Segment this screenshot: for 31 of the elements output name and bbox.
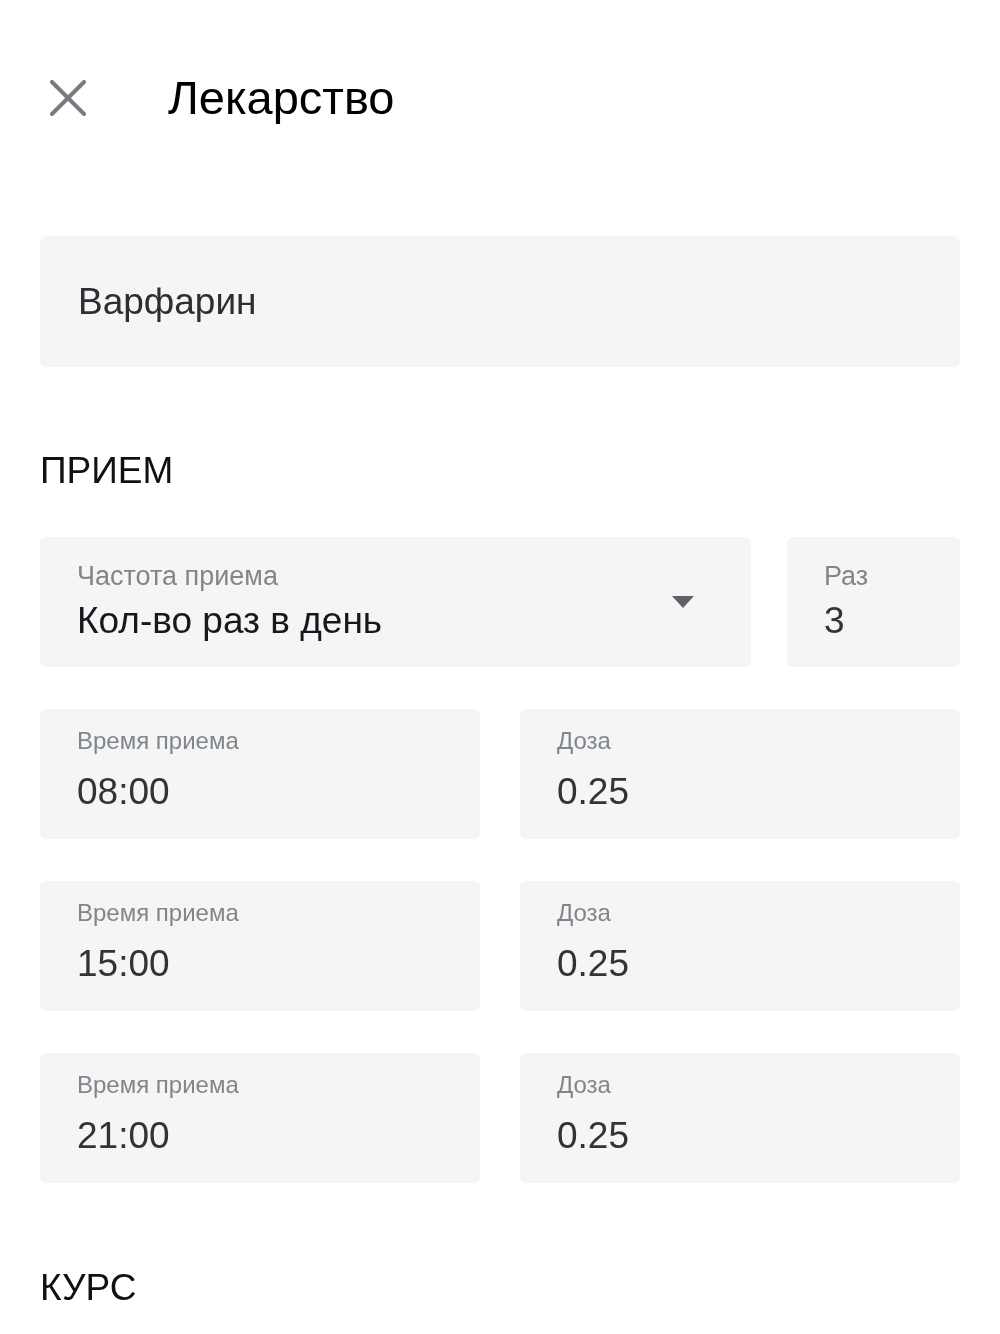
field-label: Доза <box>557 1070 611 1100</box>
name-field[interactable]: Варфарин <box>40 236 960 367</box>
field-label: Частота приема <box>77 560 278 593</box>
field-value: Варфарин <box>78 279 257 324</box>
dose-field[interactable]: Доза 0.25 <box>520 1053 960 1183</box>
section-heading: КУРС <box>40 1266 137 1310</box>
field-label: Время приема <box>77 1070 239 1100</box>
close-icon[interactable] <box>50 80 86 116</box>
field-value: 0.25 <box>557 770 629 814</box>
frequency-dropdown[interactable]: Частота приема Кол-во раз в день <box>40 537 751 667</box>
screen-title: Лекарство <box>168 70 395 126</box>
time-field[interactable]: Время приема 21:00 <box>40 1053 480 1183</box>
dropdown-caret-icon <box>672 596 694 608</box>
field-value: Кол-во раз в день <box>77 599 383 643</box>
field-label: Доза <box>557 726 611 756</box>
field-value: 0.25 <box>557 942 629 986</box>
dose-field[interactable]: Доза 0.25 <box>520 881 960 1011</box>
field-label: Время приема <box>77 726 239 756</box>
field-label: Время приема <box>77 898 239 928</box>
field-value: 15:00 <box>77 942 170 986</box>
time-field[interactable]: Время приема 15:00 <box>40 881 480 1011</box>
section-heading: ПРИЕМ <box>40 449 174 493</box>
field-value: 08:00 <box>77 770 170 814</box>
time-field[interactable]: Время приема 08:00 <box>40 709 480 839</box>
field-label: Доза <box>557 898 611 928</box>
count-field[interactable]: Раз 3 <box>787 537 960 667</box>
field-value: 3 <box>824 599 845 643</box>
field-value: 21:00 <box>77 1114 170 1158</box>
field-value: 0.25 <box>557 1114 629 1158</box>
dose-field[interactable]: Доза 0.25 <box>520 709 960 839</box>
field-label: Раз <box>824 560 869 593</box>
